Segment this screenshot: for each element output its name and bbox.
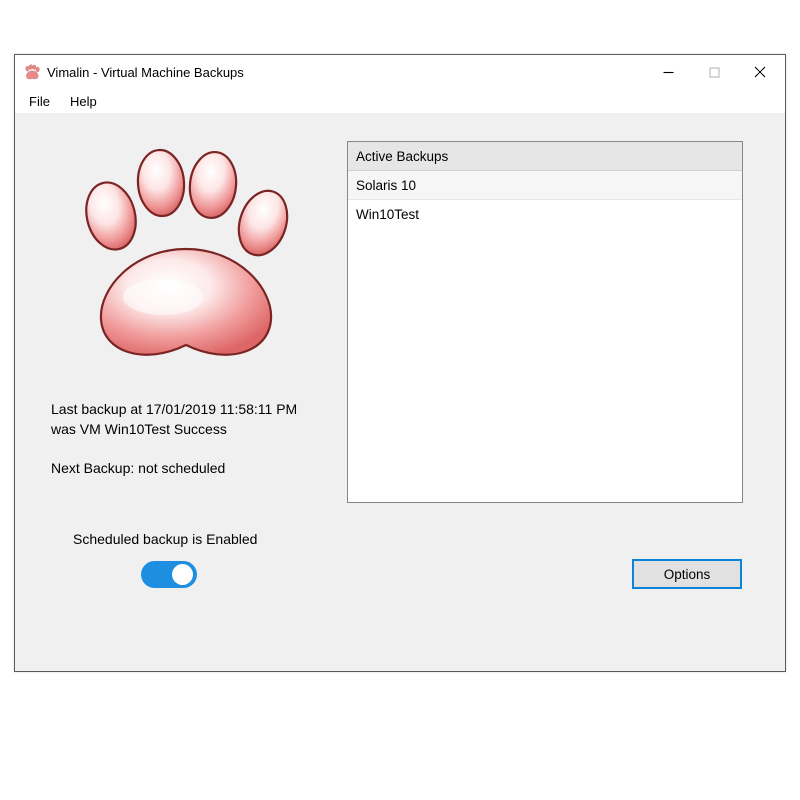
window-title: Vimalin - Virtual Machine Backups: [47, 65, 645, 80]
active-backups-header: Active Backups: [348, 142, 742, 171]
scheduled-backup-label: Scheduled backup is Enabled: [73, 531, 257, 547]
app-window: Vimalin - Virtual Machine Backups File H…: [14, 54, 786, 672]
active-backups-panel: Active Backups Solaris 10 Win10Test: [347, 141, 743, 503]
toggle-knob: [172, 564, 193, 585]
status-text: Last backup at 17/01/2019 11:58:11 PM wa…: [51, 399, 331, 478]
next-backup: Next Backup: not scheduled: [51, 458, 331, 478]
list-item[interactable]: Solaris 10: [348, 171, 742, 200]
menu-bar: File Help: [15, 89, 785, 113]
app-icon: [23, 63, 41, 81]
menu-help[interactable]: Help: [60, 92, 107, 111]
paw-logo: [71, 141, 301, 371]
maximize-button: [691, 55, 737, 89]
last-backup-line2: was VM Win10Test Success: [51, 419, 331, 439]
minimize-button[interactable]: [645, 55, 691, 89]
list-item[interactable]: Win10Test: [348, 200, 742, 229]
scheduled-backup-toggle[interactable]: [141, 561, 197, 588]
client-area: Last backup at 17/01/2019 11:58:11 PM wa…: [15, 113, 785, 671]
title-bar: Vimalin - Virtual Machine Backups: [15, 55, 785, 89]
menu-file[interactable]: File: [19, 92, 60, 111]
close-button[interactable]: [737, 55, 783, 89]
last-backup-line1: Last backup at 17/01/2019 11:58:11 PM: [51, 399, 331, 419]
options-button[interactable]: Options: [632, 559, 742, 589]
